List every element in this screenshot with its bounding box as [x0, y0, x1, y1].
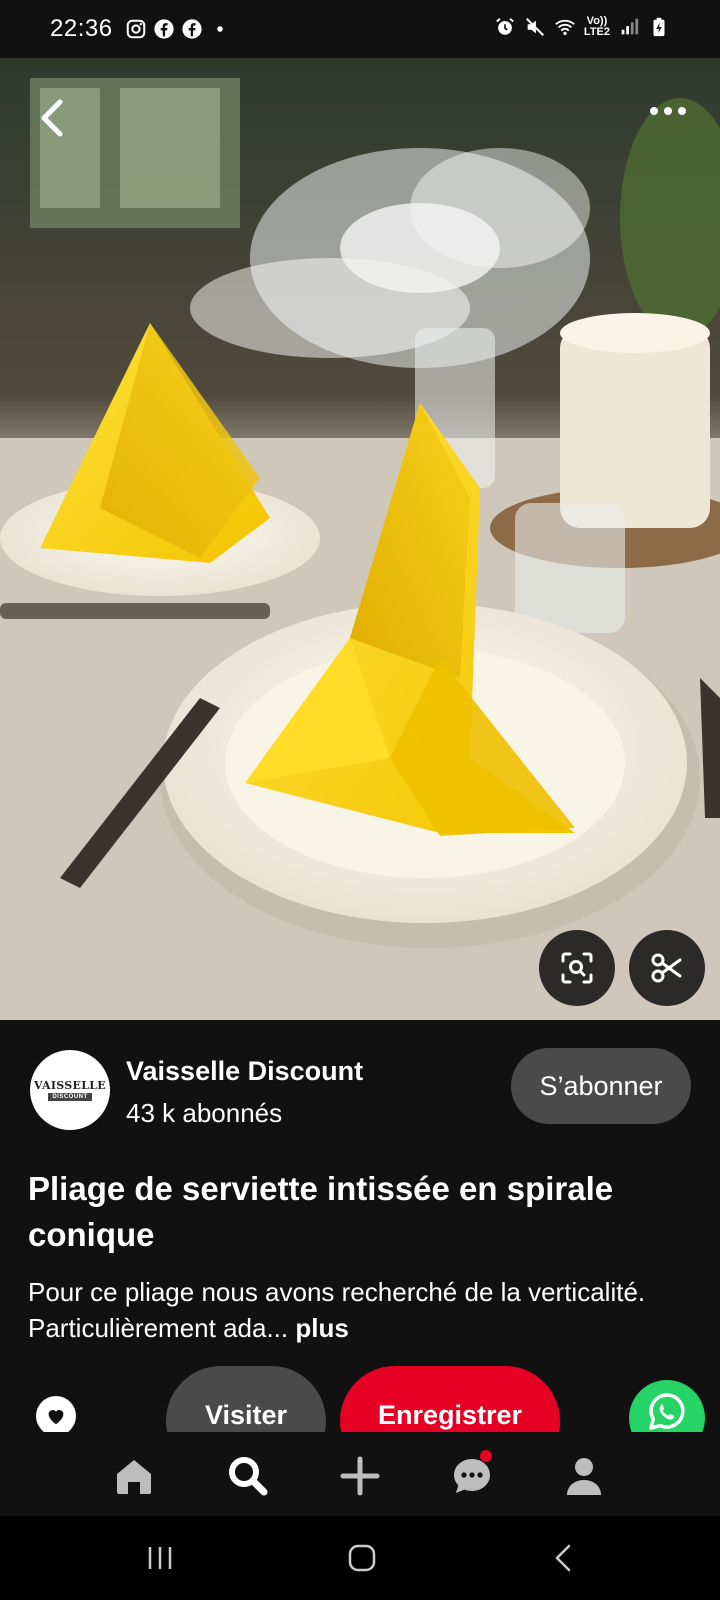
- home-icon: [348, 1544, 376, 1572]
- creator-name[interactable]: Vaisselle Discount: [126, 1056, 363, 1087]
- whatsapp-icon: [649, 1393, 685, 1430]
- dot-icon: [216, 26, 223, 32]
- creator-row: VAISSELLE DISCOUNT Vaisselle Discount 43…: [0, 1020, 720, 1160]
- heart-icon: [48, 1410, 64, 1425]
- search-icon: [229, 1457, 268, 1496]
- system-back-button[interactable]: [534, 1536, 594, 1580]
- status-notification-icons: [125, 18, 231, 40]
- follower-count: 43 k abonnés: [126, 1098, 283, 1128]
- lte-label: LTE2: [583, 26, 610, 38]
- visual-search-button[interactable]: [539, 930, 615, 1006]
- back-button[interactable]: [28, 88, 76, 148]
- nav-messages[interactable]: [444, 1448, 500, 1504]
- pin-image[interactable]: [0, 58, 720, 1020]
- wifi-icon: [555, 19, 575, 36]
- system-home-button[interactable]: [332, 1536, 392, 1580]
- avatar-logo-text: VAISSELLE: [34, 1079, 106, 1092]
- pin-title: Pliage de serviette intissée en spirale …: [28, 1170, 614, 1253]
- save-button[interactable]: Enregistrer: [340, 1366, 560, 1432]
- whatsapp-share-button[interactable]: [629, 1380, 705, 1432]
- battery-charging-icon: [653, 17, 665, 37]
- facebook-icon: [153, 19, 174, 39]
- nav-profile[interactable]: [556, 1448, 612, 1504]
- signal-icon: [621, 18, 639, 35]
- cut-out-button[interactable]: [629, 930, 705, 1006]
- status-system-icons: Vo)) LTE2: [494, 16, 670, 38]
- avatar[interactable]: VAISSELLE DISCOUNT: [30, 1050, 110, 1130]
- home-icon: [117, 1460, 151, 1494]
- chevron-left-icon: [41, 99, 63, 137]
- profile-icon: [567, 1458, 601, 1495]
- status-bar: 22:36 Vo)) LTE2: [0, 0, 720, 58]
- scissors-icon: [651, 953, 682, 983]
- recents-button[interactable]: [130, 1536, 190, 1580]
- nav-create[interactable]: [332, 1448, 388, 1504]
- nav-search[interactable]: [220, 1448, 276, 1504]
- more-horizontal-icon: [650, 107, 686, 115]
- facebook-icon: [181, 19, 202, 39]
- mute-icon: [525, 18, 544, 36]
- read-more-link[interactable]: plus: [295, 1313, 348, 1343]
- plus-icon: [340, 1456, 380, 1496]
- bottom-navigation: [0, 1432, 720, 1516]
- status-time: 22:36: [50, 15, 113, 42]
- follow-button[interactable]: S’abonner: [511, 1048, 691, 1124]
- visual-search-icon: [561, 952, 593, 984]
- pin-description: Pour ce pliage nous avons recherché de l…: [28, 1274, 692, 1346]
- instagram-icon: [126, 19, 145, 39]
- recents-icon: [148, 1547, 172, 1569]
- notification-dot: [480, 1450, 492, 1462]
- action-row: Visiter Enregistrer: [0, 1366, 720, 1432]
- alarm-icon: [496, 18, 514, 35]
- more-options-button[interactable]: [644, 96, 692, 126]
- system-navigation-bar: [0, 1516, 720, 1600]
- back-icon: [555, 1544, 571, 1572]
- react-button[interactable]: [36, 1396, 76, 1432]
- nav-home[interactable]: [106, 1448, 162, 1504]
- volte-icon: Vo)) LTE2: [584, 16, 610, 38]
- visit-button[interactable]: Visiter: [166, 1366, 326, 1432]
- avatar-logo-subtext: DISCOUNT: [48, 1093, 92, 1101]
- yellow-napkin-fold-photo: [0, 58, 720, 1020]
